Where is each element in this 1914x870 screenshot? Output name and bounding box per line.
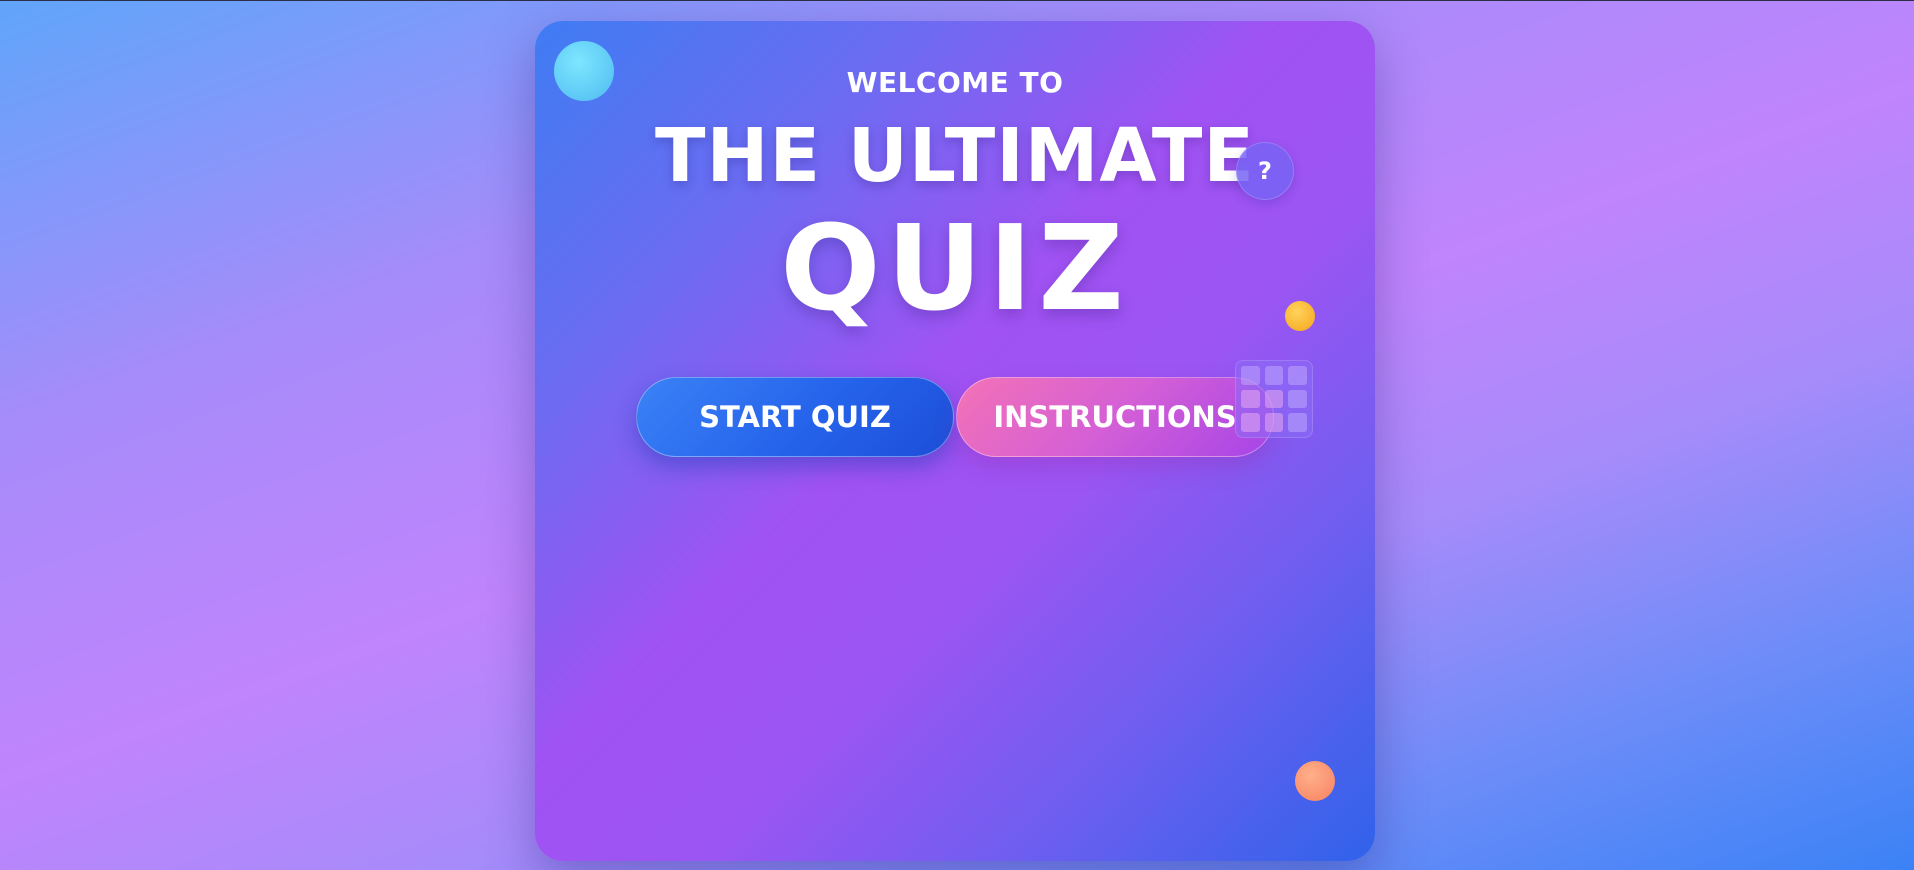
grid-cell [1241, 366, 1260, 385]
quiz-welcome-card: WELCOME TO THE ULTIMATE ? QUIZ START QUI… [535, 21, 1375, 861]
instructions-button[interactable]: INSTRUCTIONS [956, 377, 1274, 457]
grid-cell [1288, 413, 1307, 432]
grid-cell [1241, 413, 1260, 432]
grid-cell [1241, 389, 1260, 409]
grid-cell [1264, 389, 1284, 409]
question-mark-icon: ? [1236, 142, 1294, 200]
grid-cell [1288, 389, 1307, 409]
grid-cell [1288, 366, 1307, 385]
yellow-dot-decoration-icon [1285, 301, 1315, 331]
title-quiz: QUIZ [780, 199, 1130, 337]
grid-cell [1264, 413, 1284, 432]
grid-cell [1264, 366, 1284, 385]
welcome-heading: WELCOME TO [846, 66, 1064, 99]
start-quiz-button[interactable]: START QUIZ [636, 377, 954, 457]
orange-dot-decoration-icon [1295, 761, 1335, 801]
window-top-border [0, 0, 1914, 1]
grid-icon [1235, 360, 1313, 438]
